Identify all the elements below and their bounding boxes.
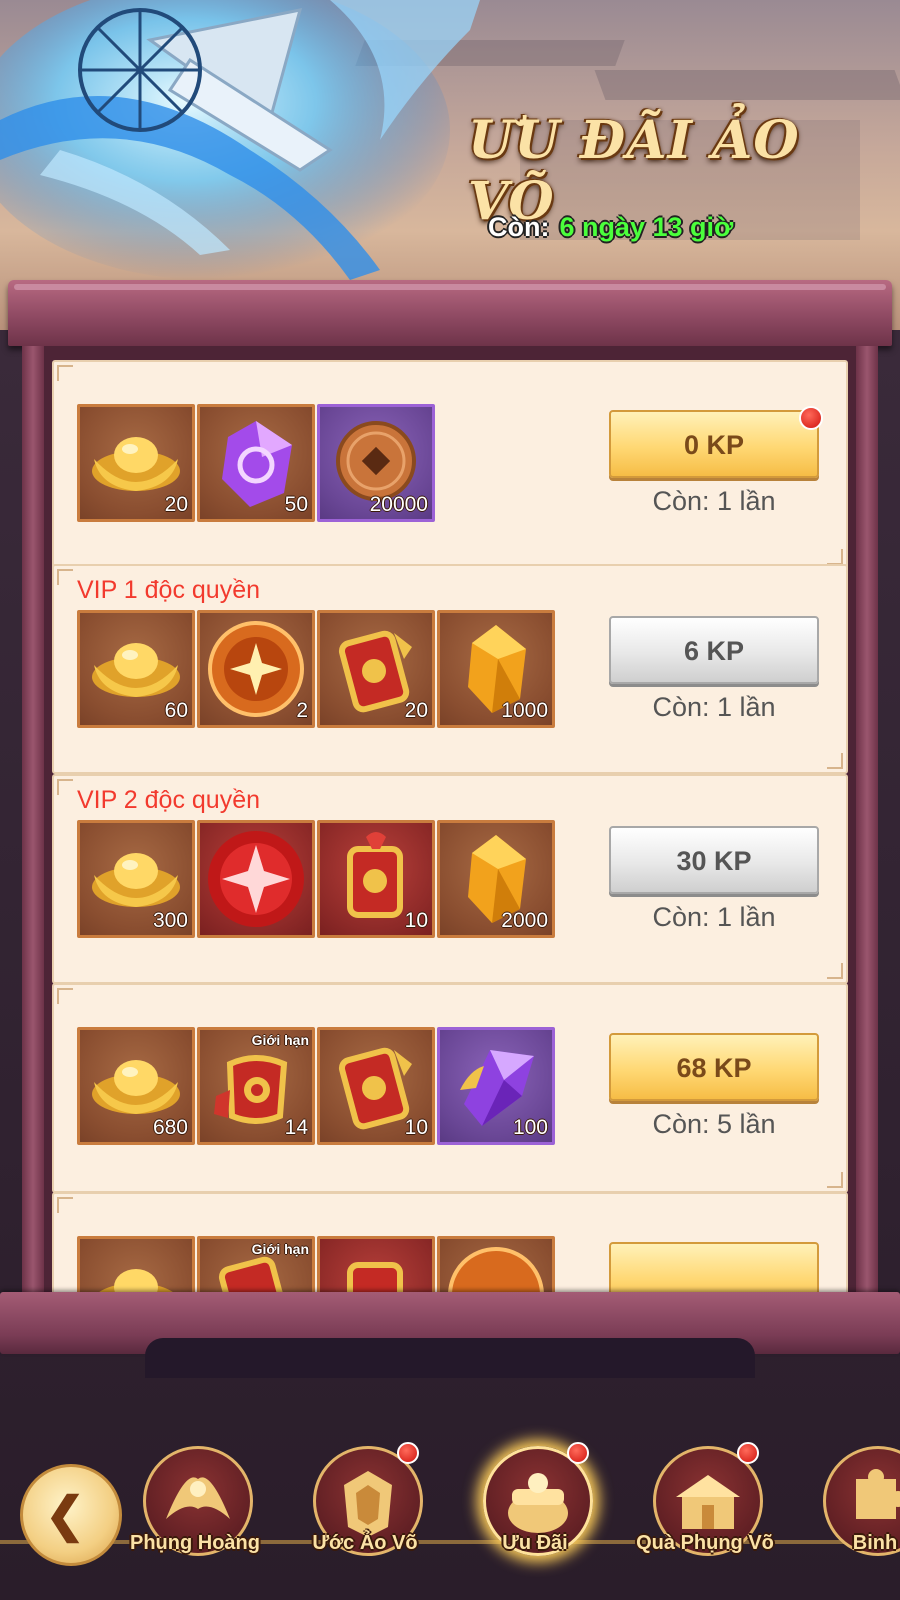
offer-item[interactable]: 20000 (317, 404, 435, 522)
tab-label: Ưu Đãi (502, 1532, 568, 1554)
orange-orb-icon (448, 1247, 544, 1292)
offer-item[interactable] (197, 820, 315, 938)
tab-label: Phụng Hoàng (130, 1532, 260, 1554)
tab-label: Quà Phụng Võ (636, 1532, 774, 1554)
item-quantity: 20 (164, 493, 188, 516)
notification-dot (567, 1442, 589, 1464)
back-button[interactable]: ❮ (20, 1464, 122, 1566)
offer-card-1: 20 50 20000 0 KP Còn: 1 lần (52, 360, 848, 570)
event-countdown: Còn: 6 ngày 13 giờ (488, 212, 733, 243)
notification-dot (397, 1442, 419, 1464)
orange-orb-icon (208, 621, 304, 717)
buy-button[interactable]: 30 KP (609, 826, 819, 894)
limited-tag: Giới hạn (251, 1241, 309, 1257)
item-quantity: 10 (404, 1116, 428, 1139)
back-arrow-icon: ❮ (45, 1489, 86, 1542)
buy-button[interactable]: 0 KP (609, 406, 823, 478)
offer-item[interactable]: 20 (77, 404, 195, 522)
offer-item[interactable]: Giới hạn 14 (197, 1027, 315, 1145)
item-quantity: 100 (512, 1116, 548, 1139)
item-quantity: 300 (152, 909, 188, 932)
offer-card-5: Giới hạn (52, 1192, 848, 1292)
tab-uoc-ao-vo[interactable]: Ước Ảo Võ (295, 1428, 435, 1578)
offer-item[interactable]: 680 (77, 1027, 195, 1145)
buy-button-price: 68 KP (676, 1053, 752, 1083)
offer-item[interactable]: 60 (77, 610, 195, 728)
offer-card-2: VIP 1 độc quyền 60 2 20 1000 6 KP Còn: 1… (52, 564, 848, 774)
countdown-value: 6 ngày 13 giờ (559, 212, 734, 242)
buy-button-price: 6 KP (683, 636, 745, 666)
halberd-weapon-art (0, 0, 480, 280)
purchase-limit: Còn: 1 lần (652, 486, 776, 516)
offer-item[interactable] (317, 1236, 435, 1292)
offer-item[interactable] (77, 1236, 195, 1292)
cabinet-top-beam (8, 280, 892, 346)
buy-button[interactable]: 6 KP (609, 616, 819, 684)
offer-item[interactable]: Giới hạn (197, 1236, 315, 1292)
item-quantity: 680 (152, 1116, 188, 1139)
offer-item[interactable]: 10 (317, 820, 435, 938)
offer-item[interactable]: 100 (437, 1027, 555, 1145)
cabinet-left-pillar (22, 346, 44, 1296)
red-talisman-icon (347, 1262, 403, 1292)
item-quantity: 20 (404, 699, 428, 722)
tab-label: Binh (852, 1532, 898, 1554)
offer-item[interactable]: 2000 (437, 820, 555, 938)
tab-binh[interactable]: Binh (805, 1428, 900, 1578)
tab-uu-dai[interactable]: Ưu Đãi (465, 1428, 605, 1578)
vip-exclusive-label: VIP 1 độc quyền (77, 576, 261, 604)
purchase-limit: Còn: 5 lần (652, 1109, 776, 1139)
offer-list[interactable]: 20 50 20000 0 KP Còn: 1 lần VIP 1 độc qu… (52, 360, 848, 1292)
cabinet-right-pillar (856, 346, 878, 1296)
buy-button-price: 0 KP (683, 430, 745, 460)
item-quantity: 1000 (501, 699, 548, 722)
buy-button[interactable] (609, 1242, 819, 1292)
offer-item[interactable] (437, 1236, 555, 1292)
offer-item[interactable]: 300 (77, 820, 195, 938)
bottom-nav: ❮ Phụng Hoàng Ước Ảo Võ Ưu Đãi Quà Phụng… (0, 1420, 900, 1600)
item-quantity: 10 (404, 909, 428, 932)
offer-item[interactable]: 1000 (437, 610, 555, 728)
offer-item[interactable]: 20 (317, 610, 435, 728)
offer-item[interactable]: 50 (197, 404, 315, 522)
item-quantity: 50 (284, 493, 308, 516)
item-quantity: 20000 (369, 493, 428, 516)
tab-phung-hoang[interactable]: Phụng Hoàng (125, 1428, 265, 1578)
limited-tag: Giới hạn (251, 1032, 309, 1048)
offer-card-3: VIP 2 độc quyền 300 10 2000 30 KP Còn: 1… (52, 774, 848, 984)
tab-label: Ước Ảo Võ (312, 1532, 418, 1554)
notification-dot (737, 1442, 759, 1464)
purchase-limit: Còn: 1 lần (652, 902, 776, 932)
item-quantity: 14 (284, 1116, 308, 1139)
red-orb-icon (208, 831, 304, 927)
purchase-limit: Còn: 1 lần (652, 692, 776, 722)
tab-qua-phung-vo[interactable]: Quà Phụng Võ (635, 1428, 775, 1578)
notification-dot (799, 406, 823, 430)
item-quantity: 2000 (501, 909, 548, 932)
gold-ingot-icon (99, 1269, 173, 1292)
banner-roof-right (594, 70, 900, 100)
vip-exclusive-label: VIP 2 độc quyền (77, 786, 261, 814)
offer-card-4: 680 Giới hạn 14 10 100 68 KP Còn: 5 lần (52, 983, 848, 1193)
offer-item[interactable]: 2 (197, 610, 315, 728)
item-quantity: 2 (296, 699, 308, 722)
countdown-label: Còn: (488, 212, 550, 242)
buy-button-price: 30 KP (676, 846, 752, 876)
offer-item[interactable]: 10 (317, 1027, 435, 1145)
item-quantity: 60 (164, 699, 188, 722)
cabinet-base-slot (145, 1338, 755, 1378)
buy-button[interactable]: 68 KP (609, 1033, 819, 1101)
